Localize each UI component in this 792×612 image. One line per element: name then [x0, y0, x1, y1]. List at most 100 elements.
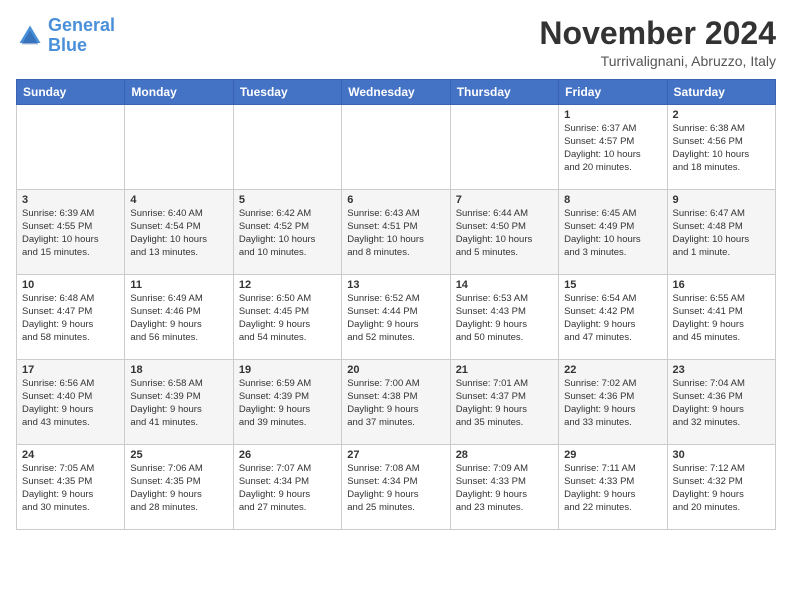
day-info: Sunrise: 6:49 AM Sunset: 4:46 PM Dayligh… — [130, 293, 227, 344]
day-number: 14 — [456, 279, 553, 291]
calendar-cell — [450, 105, 558, 190]
calendar-cell: 29 Sunrise: 7:11 AM Sunset: 4:33 PM Dayli… — [559, 445, 667, 530]
day-info: Sunrise: 7:12 AM Sunset: 4:32 PM Dayligh… — [673, 463, 770, 514]
calendar: Sunday Monday Tuesday Wednesday Thursday… — [16, 79, 776, 530]
day-info: Sunrise: 7:06 AM Sunset: 4:35 PM Dayligh… — [130, 463, 227, 514]
day-info: Sunrise: 7:02 AM Sunset: 4:36 PM Dayligh… — [564, 378, 661, 429]
calendar-cell — [125, 105, 233, 190]
day-info: Sunrise: 6:58 AM Sunset: 4:39 PM Dayligh… — [130, 378, 227, 429]
day-info: Sunrise: 6:55 AM Sunset: 4:41 PM Dayligh… — [673, 293, 770, 344]
calendar-cell: 12 Sunrise: 6:50 AM Sunset: 4:45 PM Dayli… — [233, 275, 341, 360]
day-info: Sunrise: 7:09 AM Sunset: 4:33 PM Dayligh… — [456, 463, 553, 514]
day-info: Sunrise: 6:44 AM Sunset: 4:50 PM Dayligh… — [456, 208, 553, 259]
calendar-cell: 11 Sunrise: 6:49 AM Sunset: 4:46 PM Dayli… — [125, 275, 233, 360]
day-number: 17 — [22, 364, 119, 376]
calendar-cell: 27 Sunrise: 7:08 AM Sunset: 4:34 PM Dayli… — [342, 445, 450, 530]
day-info: Sunrise: 6:38 AM Sunset: 4:56 PM Dayligh… — [673, 123, 770, 174]
calendar-cell: 5Sunrise: 6:42 AM Sunset: 4:52 PM Daylig… — [233, 190, 341, 275]
day-number: 25 — [130, 449, 227, 461]
page: General Blue November 2024 Turrivalignan… — [0, 0, 792, 538]
day-number: 11 — [130, 279, 227, 291]
calendar-week-4: 24 Sunrise: 7:05 AM Sunset: 4:35 PM Dayli… — [17, 445, 776, 530]
calendar-cell: 8Sunrise: 6:45 AM Sunset: 4:49 PM Daylig… — [559, 190, 667, 275]
day-info: Sunrise: 7:04 AM Sunset: 4:36 PM Dayligh… — [673, 378, 770, 429]
day-info: Sunrise: 6:52 AM Sunset: 4:44 PM Dayligh… — [347, 293, 444, 344]
month-title: November 2024 — [539, 16, 776, 51]
day-info: Sunrise: 6:53 AM Sunset: 4:43 PM Dayligh… — [456, 293, 553, 344]
day-number: 1 — [564, 109, 661, 121]
day-info: Sunrise: 7:05 AM Sunset: 4:35 PM Dayligh… — [22, 463, 119, 514]
calendar-cell: 4Sunrise: 6:40 AM Sunset: 4:54 PM Daylig… — [125, 190, 233, 275]
title-block: November 2024 Turrivalignani, Abruzzo, I… — [539, 16, 776, 69]
day-number: 6 — [347, 194, 444, 206]
day-number: 13 — [347, 279, 444, 291]
calendar-cell: 14 Sunrise: 6:53 AM Sunset: 4:43 PM Dayli… — [450, 275, 558, 360]
calendar-week-3: 17 Sunrise: 6:56 AM Sunset: 4:40 PM Dayli… — [17, 360, 776, 445]
calendar-cell: 26Sunrise: 7:07 AM Sunset: 4:34 PM Dayli… — [233, 445, 341, 530]
col-wednesday: Wednesday — [342, 80, 450, 105]
day-info: Sunrise: 6:43 AM Sunset: 4:51 PM Dayligh… — [347, 208, 444, 259]
calendar-cell: 28 Sunrise: 7:09 AM Sunset: 4:33 PM Dayli… — [450, 445, 558, 530]
day-info: Sunrise: 7:11 AM Sunset: 4:33 PM Dayligh… — [564, 463, 661, 514]
day-number: 4 — [130, 194, 227, 206]
calendar-cell: 1Sunrise: 6:37 AM Sunset: 4:57 PM Daylig… — [559, 105, 667, 190]
calendar-week-2: 10 Sunrise: 6:48 AM Sunset: 4:47 PM Dayli… — [17, 275, 776, 360]
calendar-week-1: 3Sunrise: 6:39 AM Sunset: 4:55 PM Daylig… — [17, 190, 776, 275]
logo-blue: Blue — [48, 35, 87, 55]
day-info: Sunrise: 6:42 AM Sunset: 4:52 PM Dayligh… — [239, 208, 336, 259]
day-number: 21 — [456, 364, 553, 376]
day-number: 24 — [22, 449, 119, 461]
calendar-cell: 10 Sunrise: 6:48 AM Sunset: 4:47 PM Dayli… — [17, 275, 125, 360]
day-number: 2 — [673, 109, 770, 121]
calendar-cell — [17, 105, 125, 190]
day-number: 29 — [564, 449, 661, 461]
calendar-cell: 15 Sunrise: 6:54 AM Sunset: 4:42 PM Dayli… — [559, 275, 667, 360]
col-friday: Friday — [559, 80, 667, 105]
logo-text: General Blue — [48, 16, 115, 56]
calendar-cell: 22Sunrise: 7:02 AM Sunset: 4:36 PM Dayli… — [559, 360, 667, 445]
day-number: 16 — [673, 279, 770, 291]
day-number: 28 — [456, 449, 553, 461]
col-saturday: Saturday — [667, 80, 775, 105]
day-number: 20 — [347, 364, 444, 376]
day-number: 10 — [22, 279, 119, 291]
calendar-header: Sunday Monday Tuesday Wednesday Thursday… — [17, 80, 776, 105]
day-number: 23 — [673, 364, 770, 376]
day-number: 3 — [22, 194, 119, 206]
calendar-cell: 9 Sunrise: 6:47 AM Sunset: 4:48 PM Daylig… — [667, 190, 775, 275]
day-info: Sunrise: 6:56 AM Sunset: 4:40 PM Dayligh… — [22, 378, 119, 429]
day-info: Sunrise: 6:59 AM Sunset: 4:39 PM Dayligh… — [239, 378, 336, 429]
logo: General Blue — [16, 16, 115, 56]
day-number: 9 — [673, 194, 770, 206]
day-number: 8 — [564, 194, 661, 206]
day-number: 27 — [347, 449, 444, 461]
calendar-cell: 24 Sunrise: 7:05 AM Sunset: 4:35 PM Dayli… — [17, 445, 125, 530]
day-info: Sunrise: 6:47 AM Sunset: 4:48 PM Dayligh… — [673, 208, 770, 259]
logo-icon — [16, 22, 44, 50]
calendar-body: 1Sunrise: 6:37 AM Sunset: 4:57 PM Daylig… — [17, 105, 776, 530]
calendar-cell: 20 Sunrise: 7:00 AM Sunset: 4:38 PM Dayli… — [342, 360, 450, 445]
calendar-cell: 2 Sunrise: 6:38 AM Sunset: 4:56 PM Daylig… — [667, 105, 775, 190]
day-number: 15 — [564, 279, 661, 291]
day-info: Sunrise: 6:48 AM Sunset: 4:47 PM Dayligh… — [22, 293, 119, 344]
day-info: Sunrise: 7:00 AM Sunset: 4:38 PM Dayligh… — [347, 378, 444, 429]
calendar-cell: 18 Sunrise: 6:58 AM Sunset: 4:39 PM Dayli… — [125, 360, 233, 445]
day-info: Sunrise: 7:08 AM Sunset: 4:34 PM Dayligh… — [347, 463, 444, 514]
calendar-cell: 16 Sunrise: 6:55 AM Sunset: 4:41 PM Dayli… — [667, 275, 775, 360]
calendar-cell: 17 Sunrise: 6:56 AM Sunset: 4:40 PM Dayli… — [17, 360, 125, 445]
day-number: 18 — [130, 364, 227, 376]
day-number: 7 — [456, 194, 553, 206]
location: Turrivalignani, Abruzzo, Italy — [539, 53, 776, 69]
col-sunday: Sunday — [17, 80, 125, 105]
calendar-week-0: 1Sunrise: 6:37 AM Sunset: 4:57 PM Daylig… — [17, 105, 776, 190]
logo-general: General — [48, 15, 115, 35]
day-number: 12 — [239, 279, 336, 291]
calendar-cell: 21Sunrise: 7:01 AM Sunset: 4:37 PM Dayli… — [450, 360, 558, 445]
col-thursday: Thursday — [450, 80, 558, 105]
day-info: Sunrise: 6:50 AM Sunset: 4:45 PM Dayligh… — [239, 293, 336, 344]
header: General Blue November 2024 Turrivalignan… — [16, 16, 776, 69]
day-info: Sunrise: 7:07 AM Sunset: 4:34 PM Dayligh… — [239, 463, 336, 514]
day-number: 30 — [673, 449, 770, 461]
calendar-cell: 3Sunrise: 6:39 AM Sunset: 4:55 PM Daylig… — [17, 190, 125, 275]
day-info: Sunrise: 6:54 AM Sunset: 4:42 PM Dayligh… — [564, 293, 661, 344]
